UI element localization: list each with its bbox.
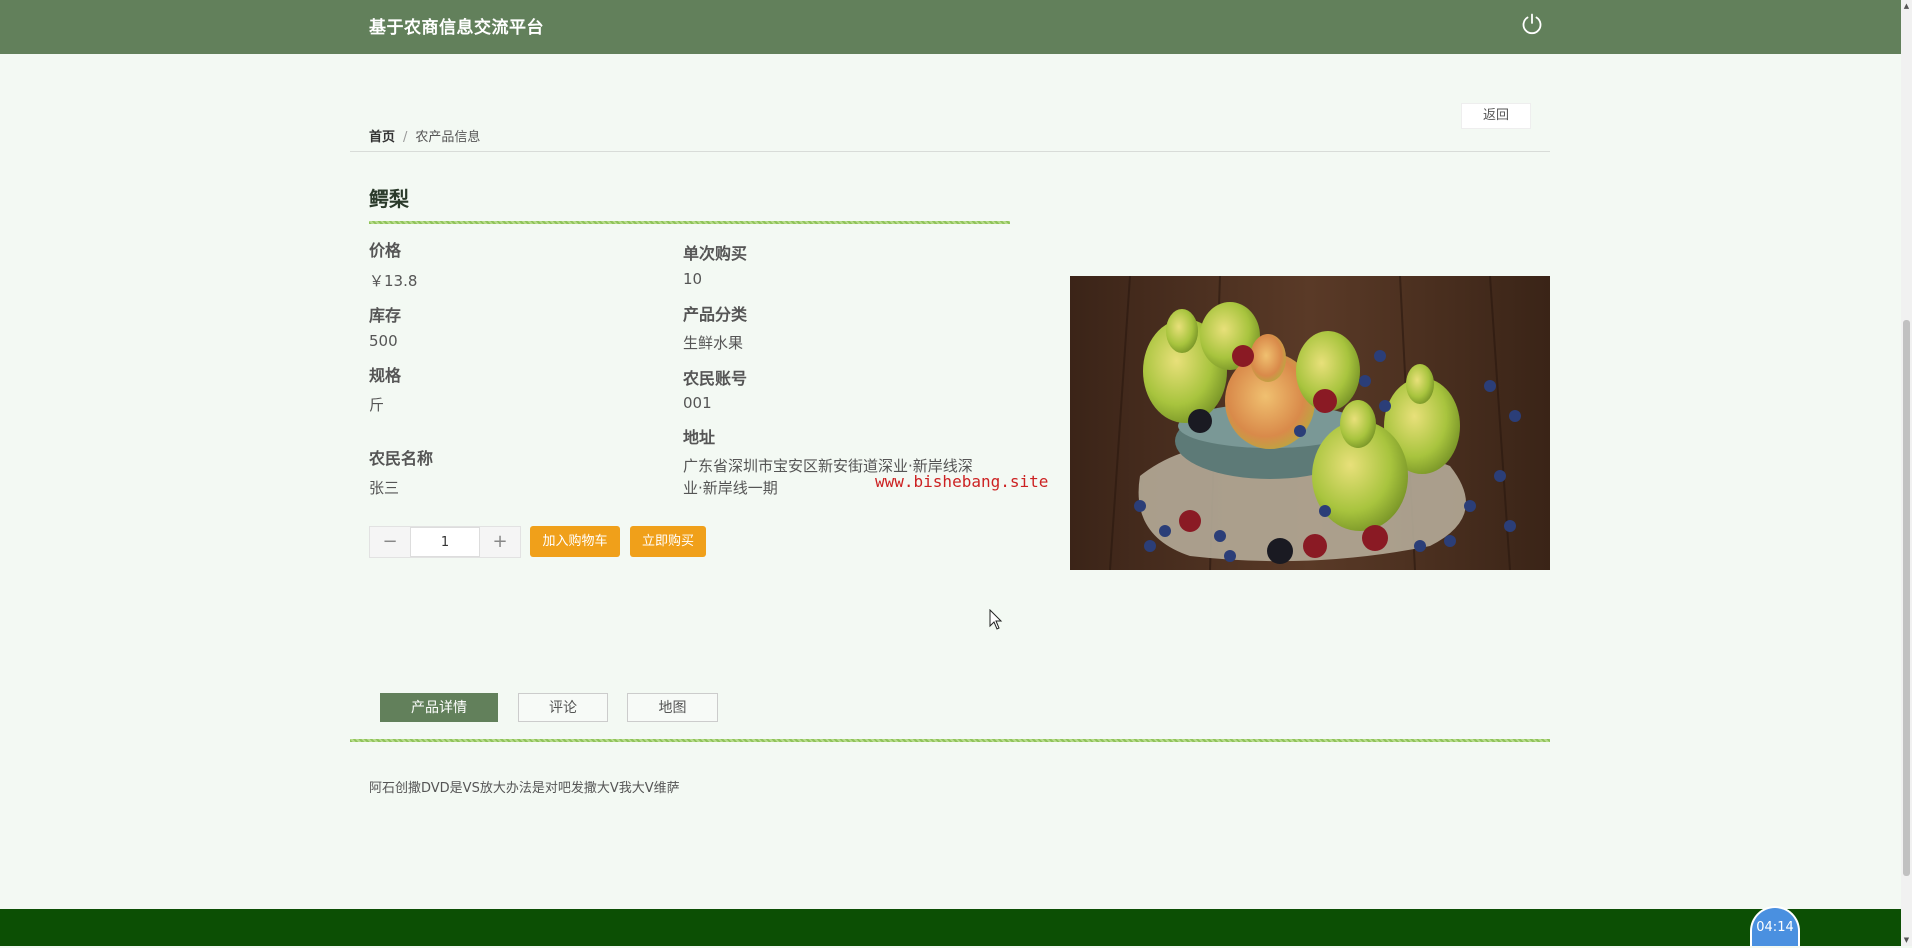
farmer-account-value: 001 xyxy=(683,394,712,412)
scroll-down-arrow-icon[interactable]: ▼ xyxy=(1901,934,1912,946)
quantity-plus-button[interactable]: + xyxy=(480,527,520,557)
scroll-up-arrow-icon[interactable]: ▲ xyxy=(1901,0,1912,12)
farmer-account-label: 农民账号 xyxy=(683,369,748,388)
tabs-divider xyxy=(350,739,1550,742)
quantity-input[interactable] xyxy=(410,527,480,557)
buy-now-button[interactable]: 立即购买 xyxy=(630,526,706,557)
breadcrumb-divider xyxy=(350,151,1550,152)
price-label: 价格 xyxy=(369,241,402,260)
page-scrollbar[interactable]: ▲ ▼ xyxy=(1901,0,1912,946)
breadcrumb: 首页 / 农产品信息 xyxy=(369,126,480,145)
mouse-cursor-icon xyxy=(989,609,1003,630)
spec-label: 规格 xyxy=(369,366,402,385)
watermark-text: www.bishebang.site xyxy=(875,472,1049,491)
tab-product-detail[interactable]: 产品详情 xyxy=(380,693,498,722)
breadcrumb-current: 农产品信息 xyxy=(415,130,481,145)
tab-map[interactable]: 地图 xyxy=(627,693,718,722)
add-to-cart-button[interactable]: 加入购物车 xyxy=(530,526,620,557)
price-value: ￥13.8 xyxy=(369,272,418,290)
category-value: 生鲜水果 xyxy=(683,334,744,352)
single-purchase-label: 单次购买 xyxy=(683,244,748,263)
product-title: 鳄梨 xyxy=(369,187,409,211)
farmer-name-label: 农民名称 xyxy=(369,449,434,468)
back-button[interactable]: 返回 xyxy=(1461,103,1531,129)
address-label: 地址 xyxy=(683,428,716,447)
single-purchase-value: 10 xyxy=(683,270,703,288)
quantity-minus-button[interactable]: − xyxy=(370,527,410,557)
tab-comments[interactable]: 评论 xyxy=(518,693,608,722)
breadcrumb-separator: / xyxy=(403,130,408,145)
site-title: 基于农商信息交流平台 xyxy=(369,18,544,38)
top-navbar: 基于农商信息交流平台 xyxy=(0,0,1901,54)
quantity-stepper: − + xyxy=(369,526,521,558)
farmer-name-value: 张三 xyxy=(369,479,400,497)
breadcrumb-home-link[interactable]: 首页 xyxy=(369,130,395,145)
stock-label: 库存 xyxy=(369,306,402,325)
product-detail-text: 阿石创撒DVD是VS放大办法是对吧发撒大V我大V维萨 xyxy=(369,781,680,796)
spec-value: 斤 xyxy=(369,396,385,414)
power-icon[interactable] xyxy=(1520,12,1544,36)
footer-bar xyxy=(0,909,1901,946)
title-divider xyxy=(369,221,1010,224)
pears-photo xyxy=(1070,276,1550,570)
category-label: 产品分类 xyxy=(683,305,748,324)
scroll-thumb[interactable] xyxy=(1903,320,1910,876)
stock-value: 500 xyxy=(369,332,398,350)
